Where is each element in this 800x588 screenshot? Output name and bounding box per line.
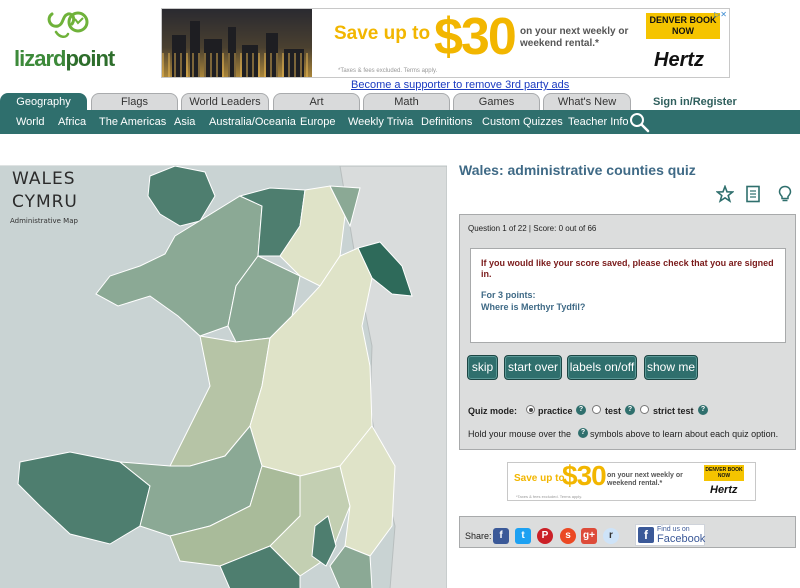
signin-warning: If you would like your score saved, plea… — [481, 258, 774, 279]
map-subtitle: Administrative Map — [10, 217, 78, 225]
ad-save-text: Save up to — [334, 23, 431, 44]
ad-choices-icon[interactable]: ▷✕ — [714, 10, 727, 19]
show-me-button[interactable]: show me — [644, 355, 698, 380]
mode-strict-radio[interactable] — [640, 405, 649, 414]
subnav-europe[interactable]: Europe — [300, 116, 335, 128]
tab-whats-new[interactable]: What's New — [543, 93, 631, 110]
twitter-share-icon[interactable]: t — [515, 528, 531, 544]
supporter-link[interactable]: Become a supporter to remove 3rd party a… — [351, 79, 569, 91]
subnav-definitions[interactable]: Definitions — [421, 116, 472, 128]
subnav-weekly-trivia[interactable]: Weekly Trivia — [348, 116, 413, 128]
fb-name-text: Facebook — [657, 533, 706, 545]
hint-text-part2: symbols above to learn about each quiz o… — [590, 429, 779, 439]
ad-fine-print: *Taxes & fees excluded. Terms apply. — [338, 68, 438, 74]
stumbleupon-share-icon[interactable]: s — [560, 528, 576, 544]
ad-banner[interactable]: Save up to $30 on your next weekly or we… — [161, 8, 730, 78]
tab-world-leaders[interactable]: World Leaders — [181, 93, 269, 110]
subnav-americas[interactable]: The Americas — [99, 116, 166, 128]
quiz-title: Wales: administrative counties quiz — [459, 162, 696, 178]
ad2-brand: Hertz — [710, 484, 738, 496]
ad-brand: Hertz — [654, 49, 705, 71]
googleplus-share-icon[interactable]: g+ — [581, 528, 597, 544]
skip-button[interactable]: skip — [467, 355, 498, 380]
ad-amount: $30 — [434, 8, 517, 66]
mode-practice-label[interactable]: practice — [538, 406, 573, 416]
ad-cta-button[interactable]: DENVER BOOK NOW — [646, 13, 720, 39]
ad2-subtitle: on your next weekly or weekend rental.* — [607, 472, 683, 487]
pinterest-share-icon[interactable]: P — [537, 528, 553, 544]
share-panel — [459, 516, 796, 548]
ad-city-image — [162, 9, 312, 77]
lizardpoint-logo[interactable]: lizardpoint — [14, 8, 124, 71]
subnav-asia[interactable]: Asia — [174, 116, 195, 128]
lizard-icon — [47, 11, 89, 38]
tab-geography[interactable]: Geography — [0, 93, 87, 110]
labels-toggle-button[interactable]: labels on/off — [567, 355, 637, 380]
ad2-fine-print: *Taxes & fees excluded. Terms apply. — [516, 494, 583, 499]
tab-math[interactable]: Math — [363, 93, 450, 110]
subnav-australia[interactable]: Australia/Oceania — [209, 116, 296, 128]
subnav-africa[interactable]: Africa — [58, 116, 86, 128]
wales-map-drawing[interactable] — [0, 166, 447, 588]
wales-map[interactable] — [0, 165, 447, 588]
ad2-cta-button[interactable]: DENVER BOOK NOW — [704, 465, 744, 481]
quiz-status: Question 1 of 22 | Score: 0 out of 66 — [468, 224, 597, 233]
subnav-world[interactable]: World — [16, 116, 45, 128]
mode-strict-label[interactable]: strict test — [653, 406, 694, 416]
mode-test-radio[interactable] — [592, 405, 601, 414]
logo-text: lizardpoint — [14, 46, 115, 71]
tab-games[interactable]: Games — [453, 93, 540, 110]
signin-link[interactable]: Sign in/Register — [653, 96, 737, 108]
ad-banner-small[interactable]: Save up to $30 on your next weekly or we… — [507, 462, 756, 501]
mode-test-label[interactable]: test — [605, 406, 621, 416]
quiz-mode-label: Quiz mode: — [468, 406, 517, 416]
subnav-bar: World Africa The Americas Asia Australia… — [0, 110, 800, 134]
facebook-share-icon[interactable]: f — [493, 528, 509, 544]
map-title-cymru: CYMRU — [12, 192, 78, 212]
facebook-page-link[interactable]: f Find us on Facebook — [635, 524, 705, 546]
subnav-custom-quizzes[interactable]: Custom Quizzes — [482, 116, 563, 128]
share-label: Share: — [465, 531, 492, 541]
search-icon[interactable] — [628, 111, 650, 133]
tab-art[interactable]: Art — [273, 93, 360, 110]
subnav-teacher-info[interactable]: Teacher Info — [568, 116, 629, 128]
reddit-share-icon[interactable]: r — [603, 528, 619, 544]
star-icon[interactable] — [716, 185, 734, 203]
ad-subtitle: on your next weekly or weekend rental.* — [520, 26, 629, 49]
tab-flags[interactable]: Flags — [91, 93, 178, 110]
help-symbol-icon: ? — [578, 428, 588, 438]
practice-help-icon[interactable]: ? — [576, 405, 586, 415]
test-help-icon[interactable]: ? — [625, 405, 635, 415]
strict-help-icon[interactable]: ? — [698, 405, 708, 415]
ad2-amount: $30 — [562, 462, 607, 491]
mode-practice-radio[interactable] — [526, 405, 535, 414]
hint-text-part1: Hold your mouse over the — [468, 429, 572, 439]
map-title-wales: WALES — [12, 169, 76, 189]
ad2-save-text: Save up to — [514, 473, 565, 484]
question-points: For 3 points: — [481, 290, 536, 300]
fb-find-text: Find us on — [657, 526, 690, 533]
facebook-icon: f — [638, 527, 654, 543]
document-icon[interactable] — [744, 185, 762, 203]
start-over-button[interactable]: start over — [504, 355, 562, 380]
question-text: Where is Merthyr Tydfil? — [481, 302, 586, 312]
lightbulb-icon[interactable] — [776, 185, 794, 203]
